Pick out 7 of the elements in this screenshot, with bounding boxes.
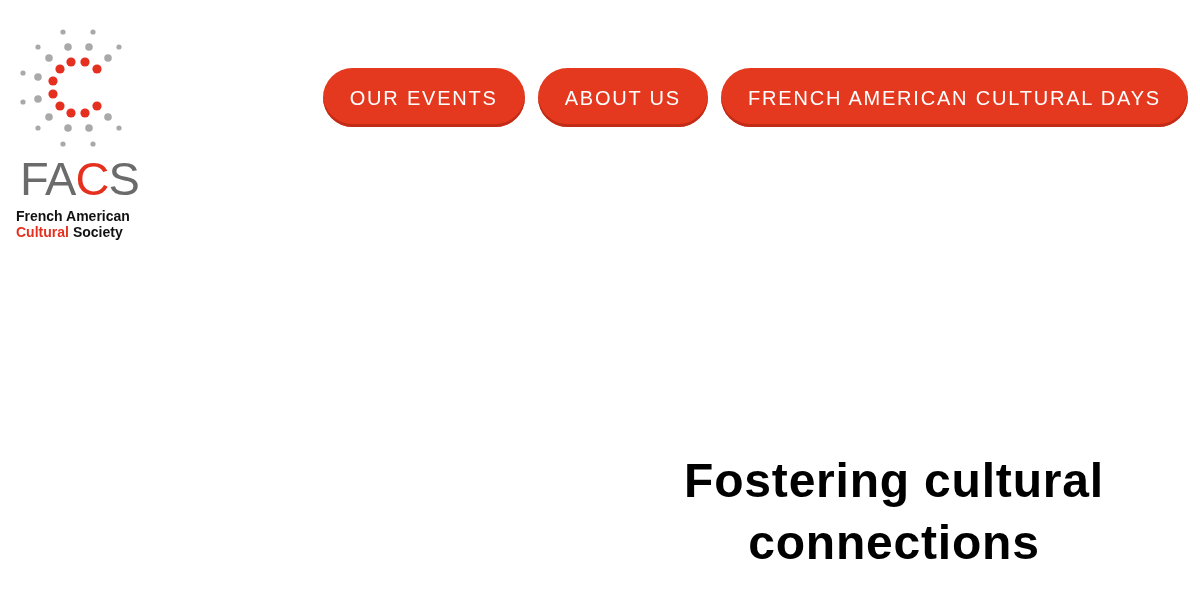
hero-heading: Fostering cultural connections — [683, 453, 1105, 571]
nav-button[interactable]: OUR EVENTS — [322, 68, 525, 127]
logo-wordmark: FACS — [20, 154, 139, 204]
nav-button[interactable]: FRENCH AMERICAN CULTURAL DAYS — [721, 68, 1188, 127]
dotted-circle-logo-icon — [18, 28, 124, 148]
logo-tagline: French American Cultural Society — [16, 208, 130, 240]
nav-button[interactable]: ABOUT US — [537, 68, 708, 127]
